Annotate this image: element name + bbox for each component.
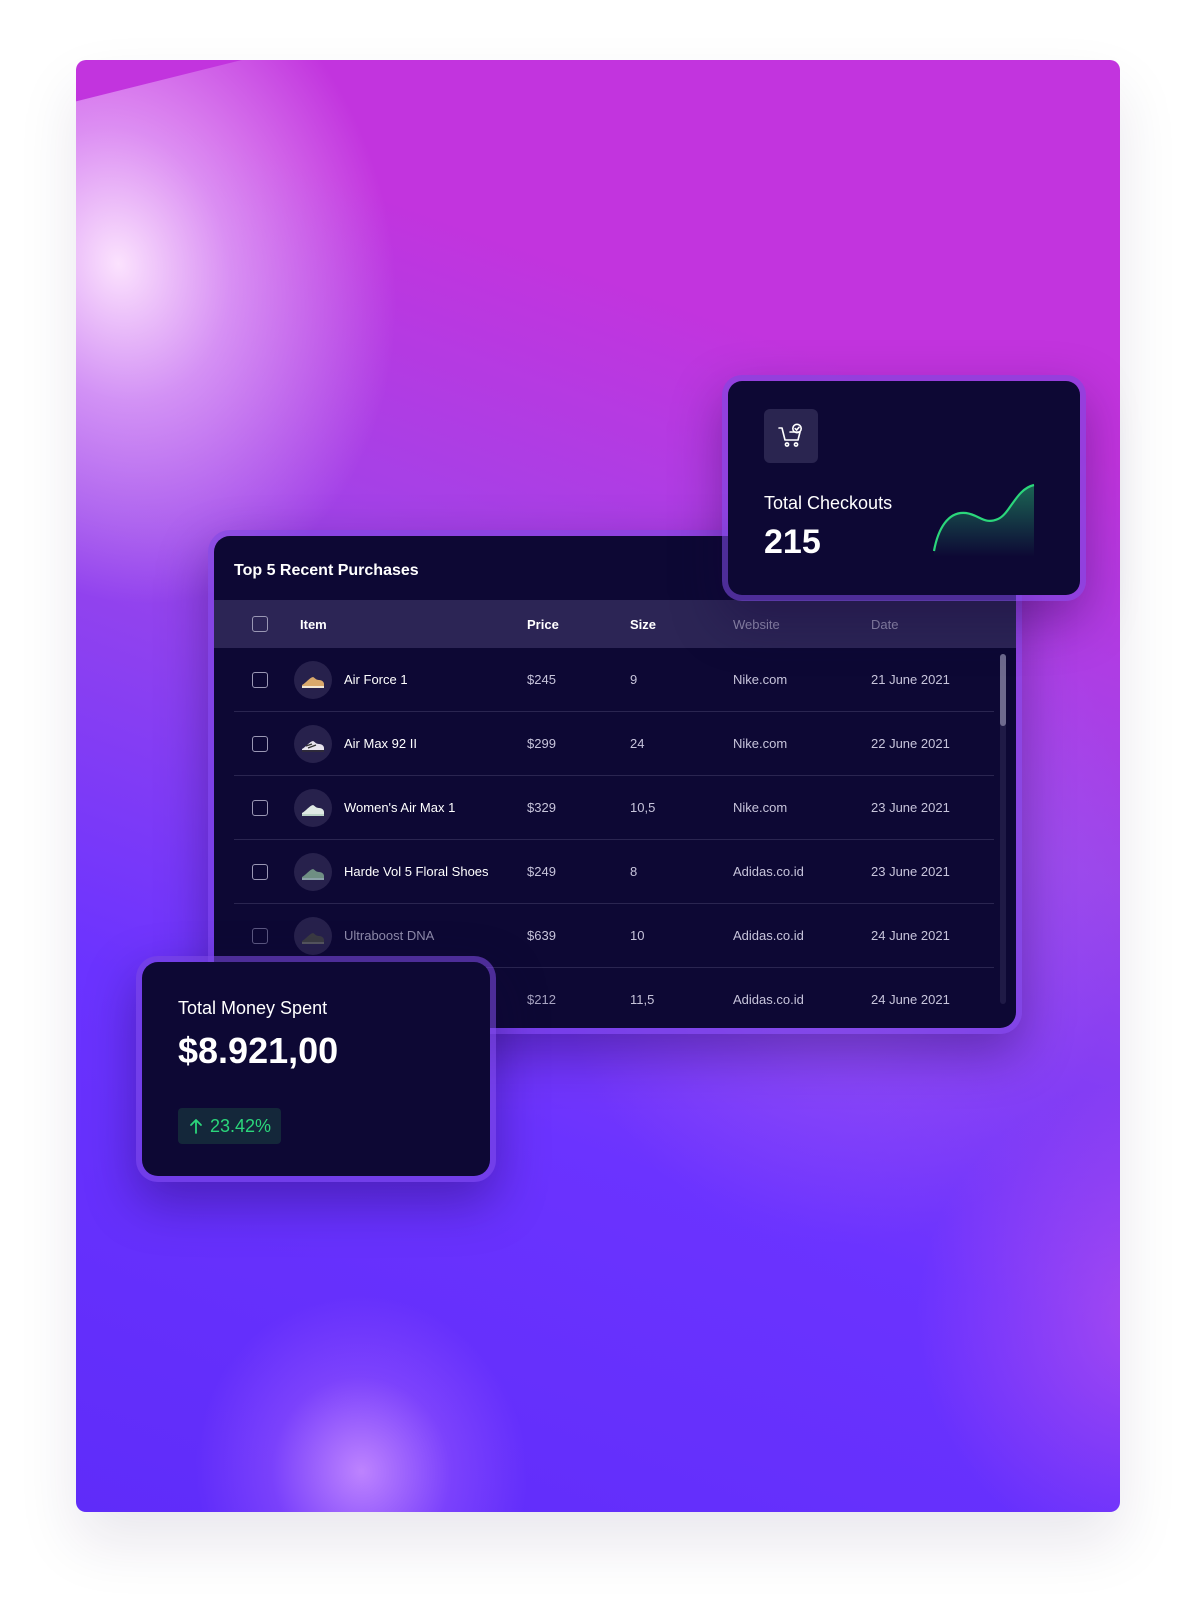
- item-name: Air Max 92 II: [344, 736, 417, 751]
- item-name: Harde Vol 5 Floral Shoes: [344, 864, 489, 879]
- item-date: 22 June 2021: [871, 736, 950, 751]
- column-header-item[interactable]: Item: [300, 617, 327, 632]
- row-checkbox[interactable]: [252, 672, 268, 688]
- item-website: Adidas.co.id: [733, 864, 804, 879]
- arrow-up-icon: [190, 1119, 202, 1134]
- scrollbar-thumb[interactable]: [1000, 654, 1006, 726]
- item-website: Adidas.co.id: [733, 928, 804, 943]
- total-checkouts-card: Total Checkouts 215: [722, 375, 1086, 601]
- item-date: 21 June 2021: [871, 672, 950, 687]
- item-date: 24 June 2021: [871, 992, 950, 1007]
- cart-check-icon: [764, 409, 818, 463]
- item-website: Nike.com: [733, 736, 788, 751]
- item-price: $639: [527, 928, 556, 943]
- item-name: Ultraboost DNA: [344, 928, 435, 943]
- select-all-checkbox[interactable]: [252, 616, 268, 632]
- item-website: Adidas.co.id: [733, 992, 804, 1007]
- item-name: Women's Air Max 1: [344, 800, 456, 815]
- item-date: 23 June 2021: [871, 800, 950, 815]
- column-header-website[interactable]: Website: [733, 617, 780, 632]
- row-checkbox[interactable]: [252, 928, 268, 944]
- total-money-card: Total Money Spent $8.921,00 23.42%: [136, 956, 496, 1182]
- table-row[interactable]: Women's Air Max 1 $329 10,5 Nike.com 23 …: [234, 776, 994, 840]
- item-size: 10,5: [630, 800, 656, 815]
- item-name: Air Force 1: [344, 672, 408, 687]
- delta-value: 23.42%: [210, 1115, 272, 1136]
- row-checkbox[interactable]: [252, 864, 268, 880]
- item-date: 23 June 2021: [871, 864, 950, 879]
- item-price: $249: [527, 864, 556, 879]
- item-size: 8: [630, 864, 638, 879]
- money-value: $8.921,00: [178, 1030, 339, 1071]
- table-row[interactable]: Harde Vol 5 Floral Shoes $249 8 Adidas.c…: [234, 840, 994, 904]
- delta-badge: 23.42%: [178, 1108, 282, 1144]
- item-size: 10: [630, 928, 645, 943]
- checkouts-value: 215: [764, 523, 821, 561]
- checkouts-label: Total Checkouts: [764, 493, 893, 513]
- item-website: Nike.com: [733, 672, 788, 687]
- sneaker-icon: [294, 853, 332, 891]
- item-price: $299: [527, 736, 556, 751]
- item-size: 9: [630, 672, 638, 687]
- sneaker-icon: [294, 789, 332, 827]
- column-header-price[interactable]: Price: [527, 617, 559, 632]
- column-header-size[interactable]: Size: [630, 617, 656, 632]
- money-label: Total Money Spent: [178, 998, 328, 1018]
- item-price: $329: [527, 800, 556, 815]
- sneaker-icon: [294, 917, 332, 955]
- item-date: 24 June 2021: [871, 928, 950, 943]
- table-row[interactable]: Air Max 92 II $299 24 Nike.com 22 June 2…: [234, 712, 994, 776]
- item-price: $245: [527, 672, 556, 687]
- sneaker-icon: [294, 725, 332, 763]
- checkouts-sparkline: [932, 483, 1035, 557]
- table-header: Item Price Size Website Date: [214, 600, 1016, 648]
- column-header-date[interactable]: Date: [871, 617, 898, 632]
- row-checkbox[interactable]: [252, 800, 268, 816]
- item-size: 11,5: [630, 992, 655, 1007]
- item-size: 24: [630, 736, 645, 751]
- table-row[interactable]: Air Force 1 $245 9 Nike.com 21 June 2021: [234, 648, 994, 712]
- item-price: $212: [527, 992, 556, 1007]
- table-scrollbar[interactable]: [1000, 654, 1006, 1004]
- row-checkbox[interactable]: [252, 736, 268, 752]
- table-title: Top 5 Recent Purchases: [234, 562, 419, 579]
- sneaker-icon: [294, 661, 332, 699]
- item-website: Nike.com: [733, 800, 788, 815]
